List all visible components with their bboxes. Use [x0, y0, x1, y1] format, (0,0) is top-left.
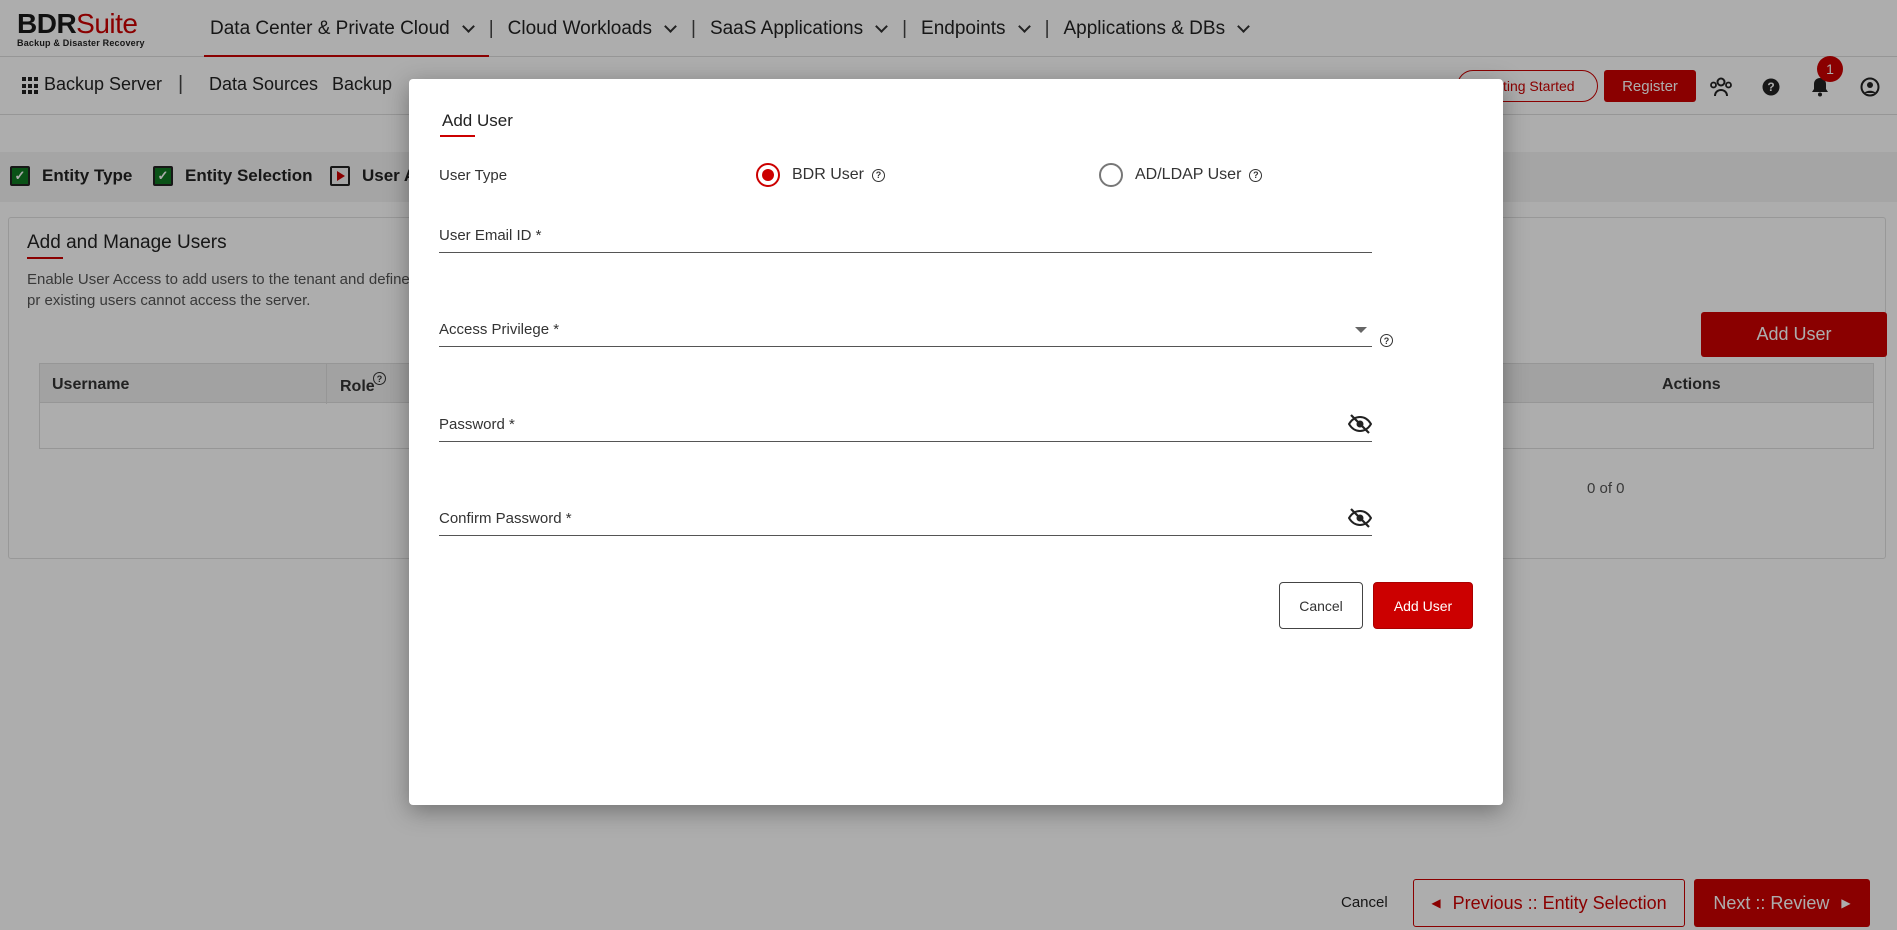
user-type-label: User Type — [439, 167, 508, 184]
password-field-label: Password * — [439, 416, 515, 433]
dropdown-arrow-icon — [1355, 327, 1367, 333]
radio-label: BDR User — [792, 166, 865, 183]
confirm-password-label: Confirm Password * — [439, 510, 572, 527]
radio-unselected-icon[interactable] — [1099, 163, 1123, 187]
confirm-password-field[interactable]: Confirm Password * — [439, 502, 1373, 536]
dialog-title: Add User — [440, 111, 513, 137]
eye-off-icon[interactable] — [1347, 414, 1373, 434]
access-privilege-label: Access Privilege * — [439, 321, 560, 338]
radio-bdr-user[interactable]: BDR User ? — [756, 163, 886, 187]
radio-label: AD/LDAP User — [1135, 166, 1242, 183]
email-field[interactable]: User Email ID * — [439, 219, 1372, 253]
add-user-submit-button[interactable]: Add User — [1373, 582, 1473, 629]
radio-selected-icon[interactable] — [756, 163, 780, 187]
help-icon[interactable]: ? — [872, 168, 886, 182]
eye-off-icon[interactable] — [1347, 508, 1373, 528]
cancel-button[interactable]: Cancel — [1279, 582, 1363, 629]
help-icon[interactable]: ? — [1249, 168, 1263, 182]
add-user-dialog: Add User User Type BDR User ? AD/LDAP Us… — [409, 79, 1503, 805]
access-privilege-select[interactable]: Access Privilege * — [439, 313, 1372, 347]
radio-ad-ldap-user[interactable]: AD/LDAP User ? — [1099, 163, 1263, 187]
password-field[interactable]: Password * — [439, 408, 1373, 442]
email-field-label: User Email ID * — [439, 227, 542, 244]
help-icon[interactable]: ? — [1380, 334, 1393, 347]
